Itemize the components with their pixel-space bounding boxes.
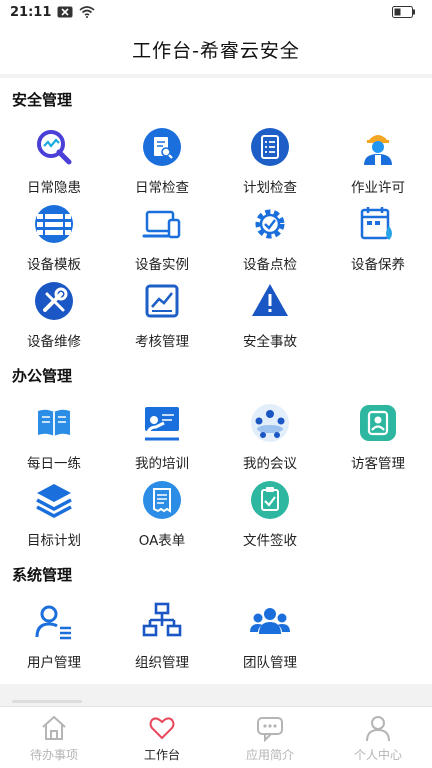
- header-bar: 工作台-希睿云安全: [0, 24, 432, 74]
- chart-board-icon: [142, 281, 182, 321]
- app-assessment[interactable]: 考核管理: [108, 281, 216, 351]
- app-label: 设备模板: [27, 257, 81, 273]
- device-template-icon: [34, 204, 74, 244]
- visitor-card-icon: [358, 403, 398, 443]
- tab-todo[interactable]: 待办事项: [0, 707, 108, 768]
- notification-x-icon: [57, 6, 73, 18]
- clipboard-check-icon: [250, 480, 290, 520]
- app-oa-form[interactable]: OA表单: [108, 480, 216, 550]
- next-section-peek: [0, 684, 432, 706]
- app-my-training[interactable]: 我的培训: [108, 403, 216, 473]
- tab-profile[interactable]: 个人中心: [324, 707, 432, 768]
- app-label: 设备实例: [135, 257, 189, 273]
- section-title-safety: 安全管理: [12, 91, 73, 109]
- chat-bubble-icon: [255, 713, 285, 743]
- app-target-plan[interactable]: 目标计划: [0, 480, 108, 550]
- maintenance-calendar-icon: [358, 204, 398, 244]
- app-daily-hazard[interactable]: 日常隐患: [0, 127, 108, 197]
- org-tree-icon: [142, 602, 182, 642]
- app-visitor[interactable]: 访客管理: [324, 403, 432, 473]
- plan-checklist-icon: [250, 127, 290, 167]
- app-label: 我的会议: [243, 456, 297, 472]
- page-title: 工作台-希睿云安全: [132, 39, 300, 62]
- app-daily-inspection[interactable]: 日常检查: [108, 127, 216, 197]
- app-label: 日常隐患: [27, 180, 81, 196]
- tab-app-intro[interactable]: 应用简介: [216, 707, 324, 768]
- app-team-management[interactable]: 团队管理: [216, 602, 324, 672]
- section-title-system: 系统管理: [12, 566, 73, 584]
- layers-icon: [34, 480, 74, 520]
- app-label: 计划检查: [243, 180, 297, 196]
- person-icon: [363, 713, 393, 743]
- section-title-office: 办公管理: [12, 367, 73, 385]
- app-label: 团队管理: [243, 655, 297, 671]
- app-work-permit[interactable]: 作业许可: [324, 127, 432, 197]
- tab-label: 工作台: [143, 747, 180, 762]
- app-label: 设备维修: [27, 334, 81, 350]
- wifi-icon: [79, 6, 95, 18]
- app-device-maintenance[interactable]: 设备保养: [324, 204, 432, 274]
- app-label: 设备保养: [351, 257, 405, 273]
- user-list-icon: [34, 602, 74, 642]
- app-file-signoff[interactable]: 文件签收: [216, 480, 324, 550]
- app-device-template[interactable]: 设备模板: [0, 204, 108, 274]
- app-label: 访客管理: [351, 456, 405, 472]
- app-label: OA表单: [138, 533, 186, 549]
- app-label: 设备点检: [243, 257, 297, 273]
- inspection-doc-icon: [142, 127, 182, 167]
- wrench-icon: [34, 281, 74, 321]
- tab-label: 待办事项: [29, 747, 78, 762]
- app-device-check[interactable]: 设备点检: [216, 204, 324, 274]
- tab-workbench[interactable]: 工作台: [108, 707, 216, 768]
- tab-label: 个人中心: [353, 747, 402, 762]
- app-label: 我的培训: [135, 456, 189, 472]
- form-receipt-icon: [142, 480, 182, 520]
- app-org-management[interactable]: 组织管理: [108, 602, 216, 672]
- app-device-instance[interactable]: 设备实例: [108, 204, 216, 274]
- home-icon: [39, 713, 69, 743]
- training-board-icon: [142, 403, 182, 443]
- app-label: 每日一练: [27, 456, 81, 472]
- book-icon: [34, 403, 74, 443]
- device-instance-icon: [142, 204, 182, 244]
- tab-label: 应用简介: [245, 747, 294, 762]
- workbench-content: 安全管理 日常隐患 日常检查 计划检查 作业许可 设备模板 设备实例 设备点检 …: [0, 78, 432, 684]
- hazard-search-icon: [34, 127, 74, 167]
- app-plan-inspection[interactable]: 计划检查: [216, 127, 324, 197]
- app-safety-accident[interactable]: 安全事故: [216, 281, 324, 351]
- gear-check-icon: [250, 204, 290, 244]
- app-daily-practice[interactable]: 每日一练: [0, 403, 108, 473]
- status-time: 21:11: [10, 4, 52, 20]
- app-user-management[interactable]: 用户管理: [0, 602, 108, 672]
- app-label: 安全事故: [243, 334, 297, 350]
- battery-icon: [392, 6, 416, 18]
- team-icon: [250, 602, 290, 642]
- heart-icon: [147, 713, 177, 743]
- app-label: 文件签收: [243, 533, 297, 549]
- app-label: 目标计划: [27, 533, 81, 549]
- bottom-tab-bar: 待办事项 工作台 应用简介 个人中心: [0, 706, 432, 768]
- app-label: 用户管理: [27, 655, 81, 671]
- app-label: 日常检查: [135, 180, 189, 196]
- meeting-icon: [250, 403, 290, 443]
- app-label: 考核管理: [135, 334, 189, 350]
- status-bar: 21:11: [0, 0, 432, 24]
- app-device-repair[interactable]: 设备维修: [0, 281, 108, 351]
- worker-helmet-icon: [358, 127, 398, 167]
- warning-triangle-icon: [250, 281, 290, 321]
- app-label: 组织管理: [135, 655, 189, 671]
- app-my-meeting[interactable]: 我的会议: [216, 403, 324, 473]
- app-label: 作业许可: [351, 180, 405, 196]
